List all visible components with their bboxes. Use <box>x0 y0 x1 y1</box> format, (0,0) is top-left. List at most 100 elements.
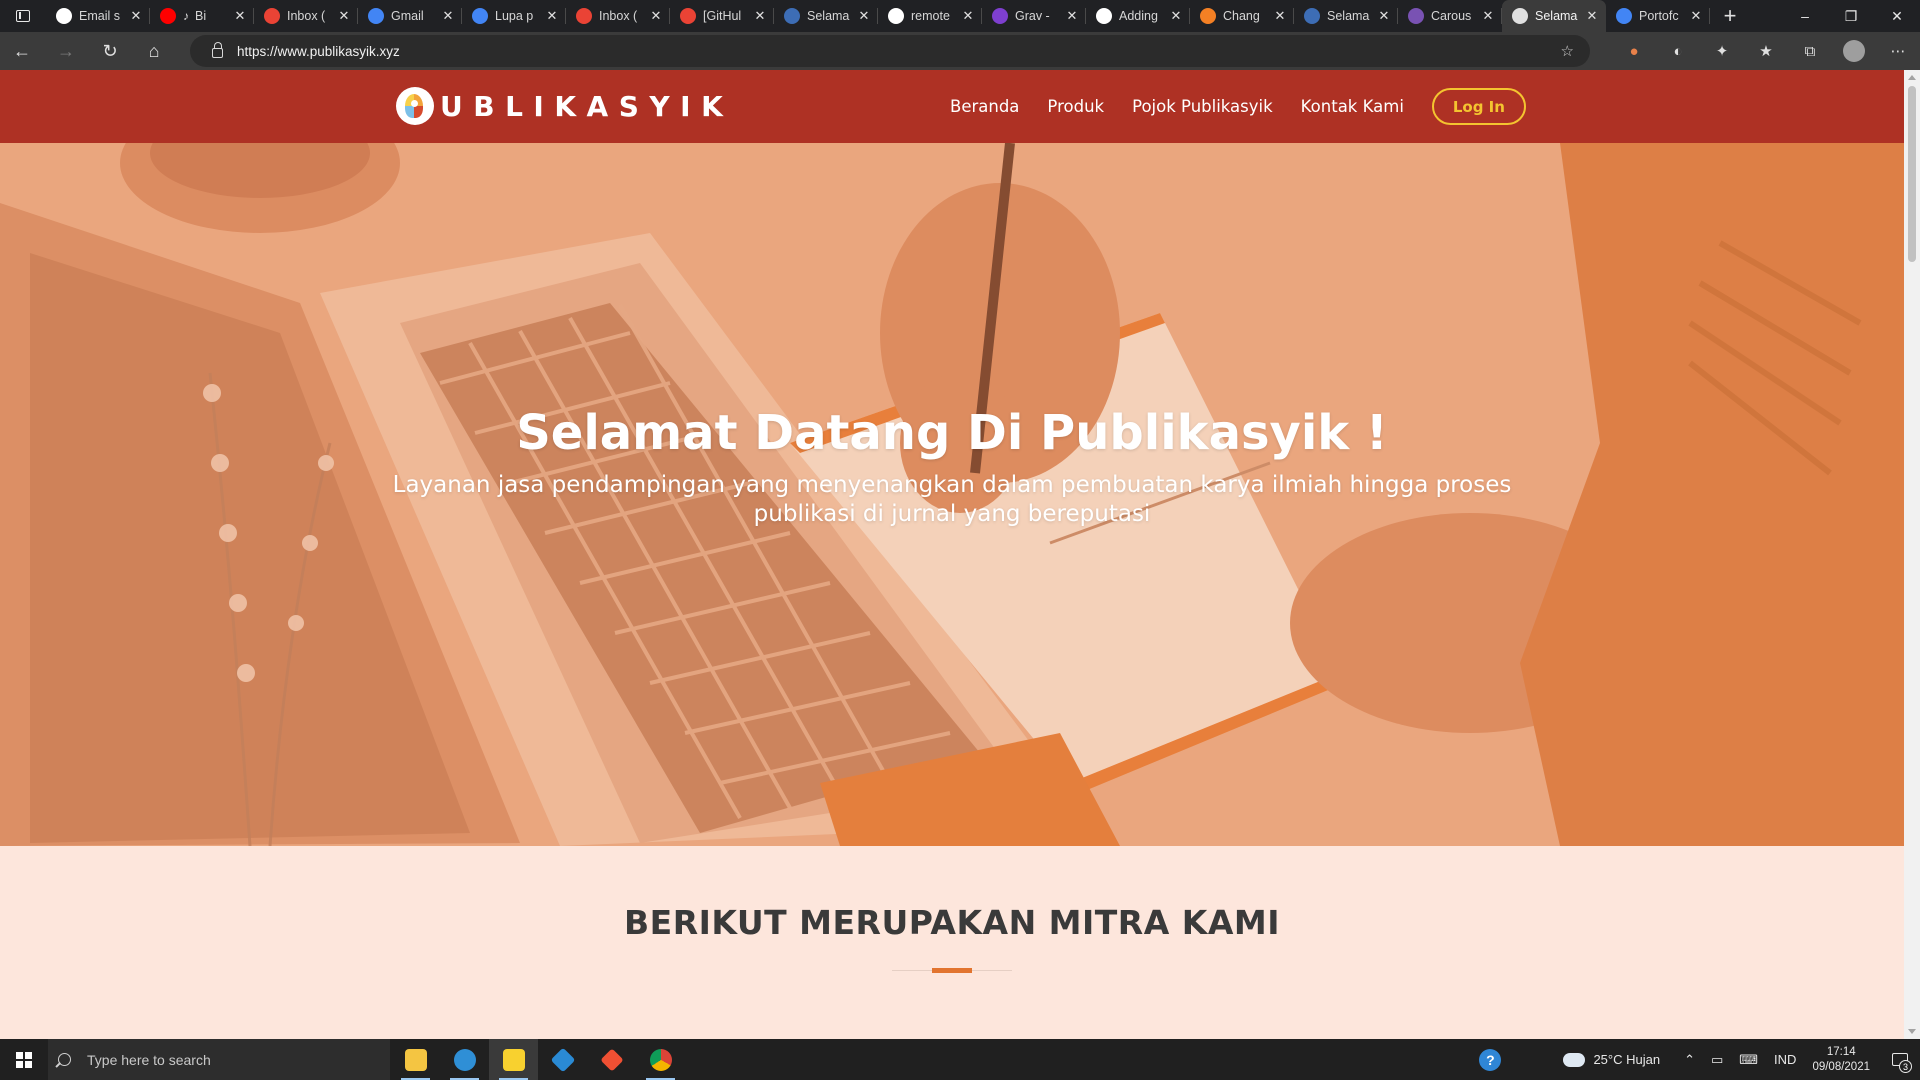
site-logo[interactable]: UBLIKASYIK <box>396 86 733 126</box>
browser-tab[interactable]: Carous ✕ <box>1398 0 1502 32</box>
add-favorite-icon[interactable]: ☆ <box>1561 42 1574 60</box>
tab-title[interactable]: [GitHul <box>703 9 752 23</box>
tab-title[interactable]: Carous <box>1431 9 1480 23</box>
close-tab-icon[interactable]: ✕ <box>544 8 560 24</box>
browser-tab[interactable]: Inbox (✕ <box>254 0 358 32</box>
tab-title[interactable]: Selama <box>807 9 856 23</box>
browser-tab[interactable]: remote ✕ <box>878 0 982 32</box>
scroll-up-icon[interactable] <box>1908 75 1916 80</box>
restore-icon[interactable]: ❐ <box>1828 0 1874 32</box>
keyboard-icon[interactable]: ⌨ <box>1739 1052 1758 1068</box>
browser-tab[interactable]: Chang ✕ <box>1190 0 1294 32</box>
browser-tab[interactable]: ♪ Bi ✕ <box>150 0 254 32</box>
minimize-icon[interactable]: – <box>1782 0 1828 32</box>
browser-tab[interactable]: Adding ✕ <box>1086 0 1190 32</box>
forward-icon[interactable]: → <box>44 32 88 70</box>
tab-title[interactable]: Email s <box>79 9 128 23</box>
browser-tab[interactable]: Email s ✕ <box>46 0 150 32</box>
help-icon[interactable]: ? <box>1479 1048 1502 1071</box>
file-explorer-app[interactable] <box>391 1039 440 1080</box>
close-window-icon[interactable]: ✕ <box>1874 0 1920 32</box>
home-icon[interactable]: ⌂ <box>132 32 176 70</box>
address-bar[interactable]: https://www.publikasyik.xyz ☆ <box>190 35 1590 67</box>
browser-tab[interactable]: Selama ✕ <box>774 0 878 32</box>
tab-title[interactable]: Adding <box>1119 9 1168 23</box>
close-tab-icon[interactable]: ✕ <box>1064 8 1080 24</box>
close-tab-icon[interactable]: ✕ <box>336 8 352 24</box>
browser-tab[interactable]: Selama ✕ <box>1502 0 1606 32</box>
extensions-icon[interactable]: ✦ <box>1700 42 1744 60</box>
new-tab-button[interactable]: + <box>1714 0 1746 32</box>
weather-icon[interactable] <box>1560 1048 1586 1067</box>
chevron-up-icon[interactable]: ⌃ <box>1684 1052 1695 1068</box>
refresh-icon[interactable]: ↻ <box>88 32 132 70</box>
favorites-icon[interactable]: ★ <box>1744 42 1788 60</box>
browser-tab[interactable]: Portofc ✕ <box>1606 0 1710 32</box>
tab-title[interactable]: Bi <box>195 9 232 23</box>
nav-beranda[interactable]: Beranda <box>950 97 1019 116</box>
close-tab-icon[interactable]: ✕ <box>232 8 248 24</box>
tab-title[interactable]: Inbox ( <box>599 9 648 23</box>
vscode-app[interactable] <box>538 1039 587 1080</box>
close-tab-icon[interactable]: ✕ <box>856 8 872 24</box>
browser-tab[interactable]: Grav - ✕ <box>982 0 1086 32</box>
collections-icon[interactable]: ⧉ <box>1788 43 1832 60</box>
extension-icon[interactable]: ● <box>1612 43 1656 60</box>
browser-tab[interactable]: Gmail ✕ <box>358 0 462 32</box>
brand-name: UBLIKASYIK <box>440 89 734 123</box>
browser-tab[interactable]: Selama ✕ <box>1294 0 1398 32</box>
taskbar-search[interactable]: Type here to search <box>48 1039 390 1080</box>
tab-title[interactable]: Gmail <box>391 9 440 23</box>
close-tab-icon[interactable]: ✕ <box>1168 8 1184 24</box>
nav-produk[interactable]: Produk <box>1047 97 1104 116</box>
browser-tab[interactable]: Inbox (✕ <box>566 0 670 32</box>
chrome-app[interactable] <box>636 1039 685 1080</box>
close-tab-icon[interactable]: ✕ <box>1584 8 1600 24</box>
close-tab-icon[interactable]: ✕ <box>1376 8 1392 24</box>
network-icon[interactable]: ▭ <box>1711 1052 1723 1068</box>
browser-tab[interactable]: Lupa p ✕ <box>462 0 566 32</box>
nav-pojok-publikasyik[interactable]: Pojok Publikasyik <box>1132 97 1273 116</box>
person-icon <box>784 8 800 24</box>
tab-title[interactable]: Portofc <box>1639 9 1688 23</box>
close-tab-icon[interactable]: ✕ <box>648 8 664 24</box>
tab-actions-icon[interactable] <box>0 0 46 32</box>
more-menu-icon[interactable]: ⋯ <box>1876 42 1920 60</box>
close-tab-icon[interactable]: ✕ <box>1688 8 1704 24</box>
tab-title[interactable]: Chang <box>1223 9 1272 23</box>
tab-title[interactable]: Selama <box>1327 9 1376 23</box>
page-scrollbar[interactable] <box>1904 70 1920 1039</box>
tab-title[interactable]: Grav - <box>1015 9 1064 23</box>
tab-title[interactable]: Lupa p <box>495 9 544 23</box>
weather-text[interactable]: 25°C Hujan <box>1593 1052 1660 1067</box>
sticky-notes-app[interactable] <box>489 1039 538 1080</box>
close-tab-icon[interactable]: ✕ <box>1272 8 1288 24</box>
close-tab-icon[interactable]: ✕ <box>440 8 456 24</box>
browser-tab[interactable]: [GitHul ✕ <box>670 0 774 32</box>
notification-center[interactable]: 3 <box>1880 1039 1920 1080</box>
start-button[interactable] <box>0 1039 48 1080</box>
language-indicator[interactable]: IND <box>1774 1052 1796 1067</box>
login-button[interactable]: Log In <box>1431 88 1526 125</box>
scroll-down-icon[interactable] <box>1908 1029 1916 1034</box>
scroll-thumb[interactable] <box>1908 86 1916 262</box>
close-tab-icon[interactable]: ✕ <box>960 8 976 24</box>
nav-kontak-kami[interactable]: Kontak Kami <box>1301 97 1404 116</box>
lock-icon[interactable] <box>212 42 223 58</box>
git-app[interactable] <box>587 1039 636 1080</box>
profile-avatar[interactable] <box>1843 40 1865 62</box>
close-tab-icon[interactable]: ✕ <box>128 8 144 24</box>
dark-mode-icon[interactable]: ◐ <box>1656 43 1700 60</box>
taskbar-search-placeholder[interactable]: Type here to search <box>87 1052 211 1068</box>
close-tab-icon[interactable]: ✕ <box>1480 8 1496 24</box>
back-icon[interactable]: ← <box>0 32 44 70</box>
close-tab-icon[interactable]: ✕ <box>752 8 768 24</box>
url-text[interactable]: https://www.publikasyik.xyz <box>237 44 400 59</box>
tab-title[interactable]: Inbox ( <box>287 9 336 23</box>
tab-title[interactable]: Selama <box>1535 9 1584 23</box>
clock[interactable]: 17:14 09/08/2021 <box>1812 1045 1870 1075</box>
tab-title[interactable]: remote <box>911 9 960 23</box>
edge-app[interactable] <box>440 1039 489 1080</box>
speaker-icon[interactable]: ♪ <box>183 9 189 23</box>
grav-icon <box>992 8 1008 24</box>
